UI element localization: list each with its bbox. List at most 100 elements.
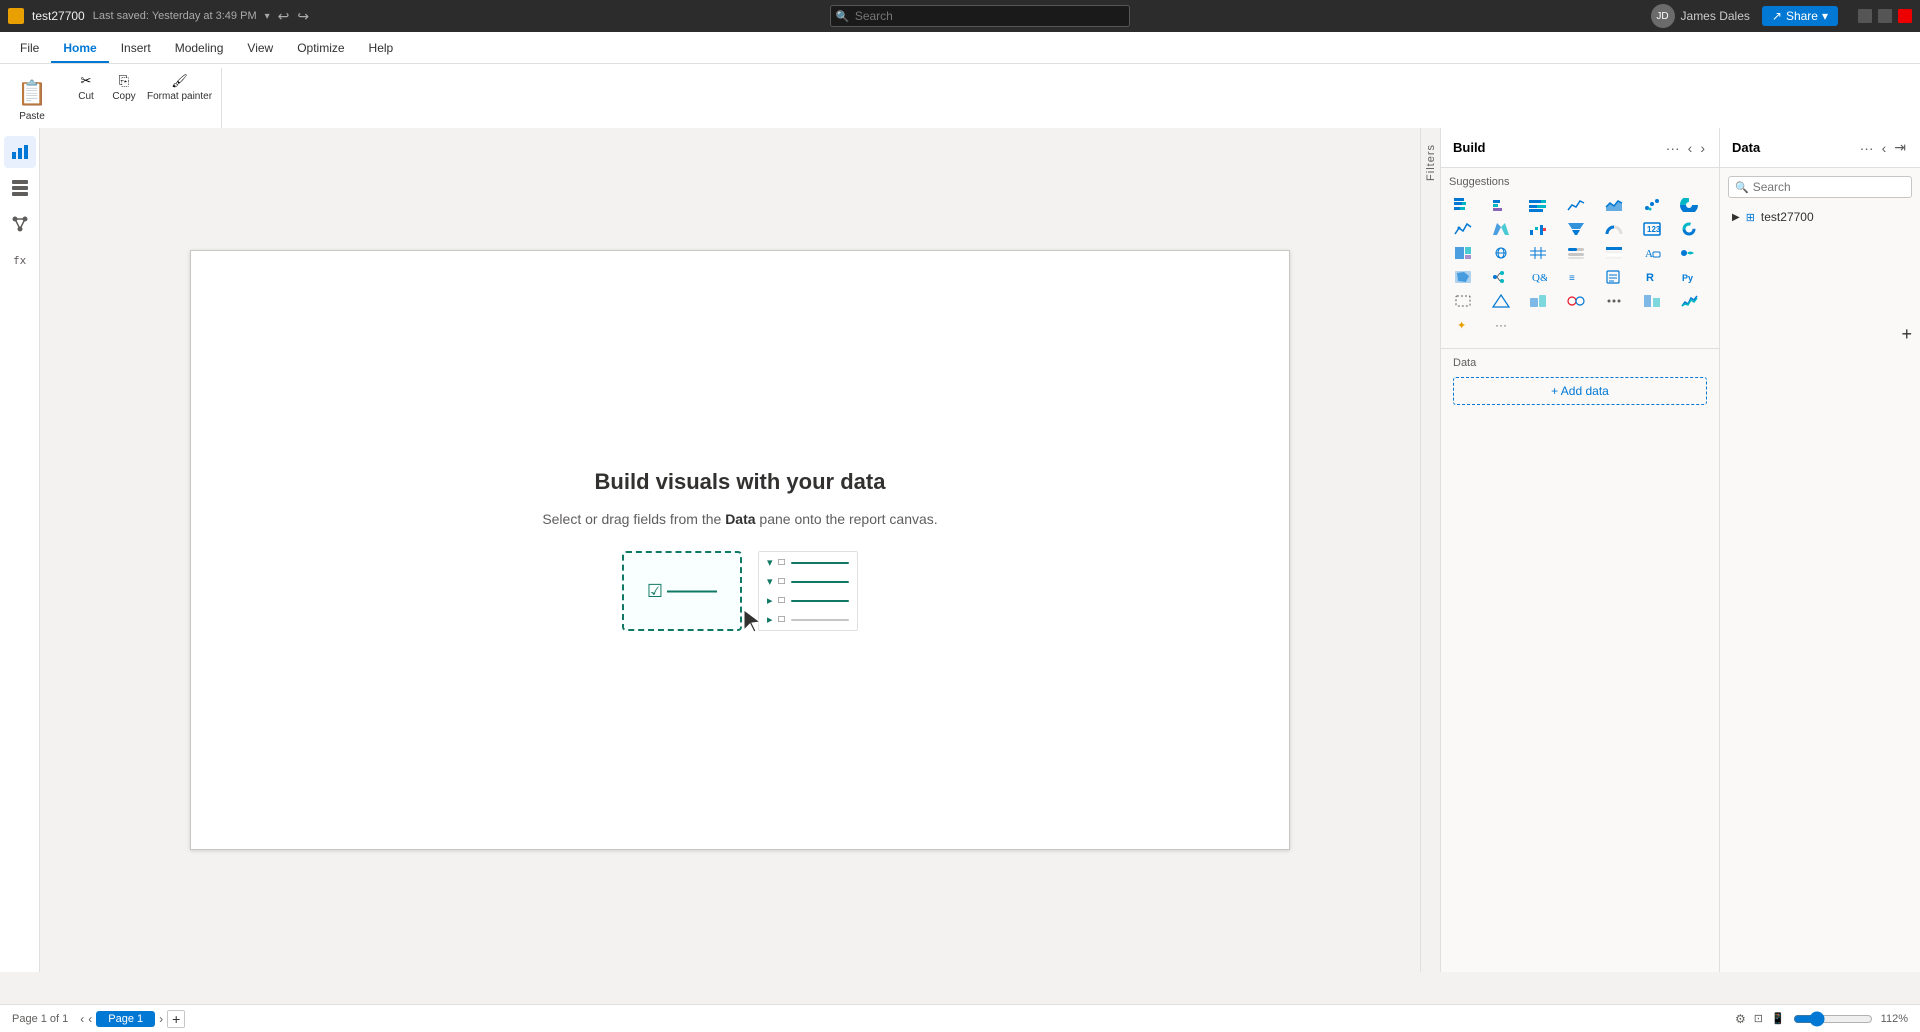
mobile-view-icon[interactable]: 📱 — [1771, 1012, 1785, 1025]
visual-scatter[interactable] — [1638, 194, 1666, 216]
titlebar-right: JD James Dales ↗ Share ▾ — [1651, 4, 1912, 28]
visual-table[interactable] — [1600, 242, 1628, 264]
visual-custom4[interactable] — [1562, 290, 1590, 312]
page-info: Page 1 of 1 — [12, 1013, 68, 1025]
add-data-button[interactable]: + Add data — [1453, 377, 1707, 405]
visual-stacked-bar[interactable] — [1449, 194, 1477, 216]
visual-pie[interactable] — [1675, 194, 1703, 216]
data-search-box: 🔍 — [1728, 176, 1912, 198]
paste-button[interactable]: 📋 Paste — [10, 72, 66, 126]
visual-waterfall[interactable] — [1524, 218, 1552, 240]
page-prev-btn[interactable]: ‹ — [80, 1012, 84, 1026]
dax-icon: fx — [11, 251, 29, 269]
tab-home[interactable]: Home — [51, 35, 108, 63]
page-view-icon[interactable]: ⊡ — [1754, 1012, 1763, 1025]
visual-smart-narrative[interactable]: ≡ — [1562, 266, 1590, 288]
visual-more[interactable] — [1600, 290, 1628, 312]
titlebar-search-input[interactable] — [830, 5, 1130, 27]
svg-text:···: ··· — [1495, 318, 1507, 332]
visual-python[interactable]: Py — [1675, 266, 1703, 288]
data-search-input[interactable] — [1753, 180, 1908, 194]
tab-view[interactable]: View — [235, 35, 285, 63]
zoom-slider[interactable] — [1793, 1011, 1873, 1027]
build-panel-prev-btn[interactable]: ‹ — [1686, 138, 1695, 158]
add-page-button[interactable]: + — [167, 1010, 185, 1028]
sidebar-data-btn[interactable] — [4, 172, 36, 204]
undo-btn[interactable]: ↩ — [278, 8, 290, 25]
visual-more-dots[interactable]: ··· — [1487, 314, 1515, 336]
data-tree-test27700[interactable]: ▶ ⊞ test27700 — [1720, 206, 1920, 228]
user-avatar: JD — [1651, 4, 1675, 28]
build-panel-more-btn[interactable]: ··· — [1664, 138, 1682, 158]
visual-custom2[interactable] — [1487, 290, 1515, 312]
cut-label: Cut — [78, 91, 94, 103]
visual-custom3[interactable] — [1524, 290, 1552, 312]
titlebar-dropdown-icon[interactable]: ▾ — [265, 11, 270, 22]
page-next-btn[interactable]: › — [159, 1012, 163, 1026]
sidebar-dax-btn[interactable]: fx — [4, 244, 36, 276]
sidebar-report-btn[interactable] — [4, 136, 36, 168]
visual-donut[interactable] — [1675, 218, 1703, 240]
visual-key-influencers[interactable] — [1675, 242, 1703, 264]
tab-file[interactable]: File — [8, 35, 51, 63]
maximize-button[interactable] — [1878, 9, 1892, 23]
build-panel-next-btn[interactable]: › — [1698, 138, 1707, 158]
minimize-button[interactable] — [1858, 9, 1872, 23]
svg-text:A: A — [1645, 248, 1653, 260]
visual-map[interactable] — [1487, 242, 1515, 264]
build-panel-actions: ··· ‹ › — [1664, 138, 1707, 158]
data-search-icon: 🔍 — [1735, 181, 1749, 194]
page-tab[interactable]: Page 1 — [96, 1011, 155, 1027]
visual-line-area[interactable] — [1449, 218, 1477, 240]
canvas-title: Build visuals with your data — [595, 469, 886, 495]
visual-area[interactable] — [1600, 194, 1628, 216]
data-panel-title: Data — [1732, 140, 1852, 155]
visual-qa[interactable]: Q& — [1524, 266, 1552, 288]
redo-btn[interactable]: ↪ — [297, 8, 309, 25]
visual-line[interactable] — [1562, 194, 1590, 216]
visual-funnel[interactable] — [1562, 218, 1590, 240]
cut-button[interactable]: ✂ Cut — [68, 72, 104, 104]
visual-gauge[interactable] — [1600, 218, 1628, 240]
new-field-button[interactable]: + — [1901, 324, 1912, 345]
data-panel-expand-btn[interactable]: ⇥ — [1892, 137, 1908, 158]
data-panel-prev-btn[interactable]: ‹ — [1880, 138, 1889, 158]
visual-clustered-bar[interactable] — [1487, 194, 1515, 216]
visual-text-filter[interactable]: A — [1638, 242, 1666, 264]
visual-custom1[interactable] — [1449, 290, 1477, 312]
data-panel-more-btn[interactable]: ··· — [1858, 138, 1876, 158]
visual-slicer[interactable] — [1562, 242, 1590, 264]
sidebar-model-btn[interactable] — [4, 208, 36, 240]
right-panel: Build ··· ‹ › Suggestions — [1440, 128, 1920, 972]
copy-button[interactable]: ⎘ Copy — [106, 72, 142, 104]
svg-text:R: R — [1646, 272, 1654, 284]
format-painter-button[interactable]: 🖌 Format painter — [144, 72, 215, 104]
visual-card[interactable]: 123 — [1638, 218, 1666, 240]
tab-modeling[interactable]: Modeling — [163, 35, 236, 63]
page-prev-btn2[interactable]: ‹ — [88, 1012, 92, 1026]
tab-insert[interactable]: Insert — [109, 35, 163, 63]
settings-btn[interactable]: ⚙ — [1735, 1012, 1746, 1026]
status-bar: Page 1 of 1 ‹ ‹ Page 1 › + ⚙ ⊡ 📱 112% — [0, 1004, 1920, 1032]
close-button[interactable] — [1898, 9, 1912, 23]
tab-optimize[interactable]: Optimize — [285, 35, 356, 63]
visual-filled-map[interactable] — [1449, 266, 1477, 288]
visual-r[interactable]: R — [1638, 266, 1666, 288]
visual-100pct-bar[interactable] — [1524, 194, 1552, 216]
visual-matrix[interactable] — [1524, 242, 1552, 264]
data-tree-expand-icon: ▶ — [1732, 212, 1740, 223]
status-left: Page 1 of 1 ‹ ‹ Page 1 › + — [12, 1010, 185, 1028]
filters-panel: Filters — [1420, 128, 1440, 972]
visual-extra1[interactable] — [1638, 290, 1666, 312]
visual-ribbon[interactable] — [1487, 218, 1515, 240]
visual-paginated[interactable] — [1600, 266, 1628, 288]
build-panel-header: Build ··· ‹ › — [1441, 128, 1719, 168]
visual-decomp-tree[interactable] — [1487, 266, 1515, 288]
visual-extra3[interactable]: ✦ — [1449, 314, 1477, 336]
tab-help[interactable]: Help — [357, 35, 406, 63]
filters-label: Filters — [1425, 144, 1437, 181]
visual-extra2[interactable] — [1675, 290, 1703, 312]
titlebar-search-area: 🔍 — [830, 5, 1130, 27]
visual-treemap[interactable] — [1449, 242, 1477, 264]
share-button[interactable]: ↗ Share ▾ — [1762, 6, 1838, 26]
